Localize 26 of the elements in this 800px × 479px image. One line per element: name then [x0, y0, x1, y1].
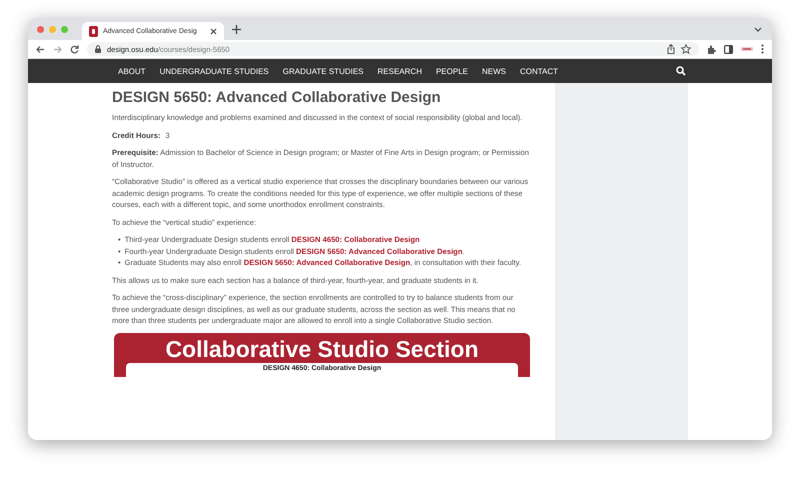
- new-tab-icon[interactable]: [232, 24, 241, 34]
- close-icon[interactable]: [210, 28, 217, 34]
- nav-link[interactable]: UNDERGRADUATE STUDIES: [160, 66, 269, 76]
- profile-icon[interactable]: [741, 46, 753, 52]
- maximize-dot-icon[interactable]: [61, 26, 68, 32]
- minimize-dot-icon[interactable]: [49, 26, 56, 32]
- menu-icon[interactable]: [761, 44, 764, 54]
- nav-link[interactable]: PEOPLE: [436, 66, 468, 76]
- nav-link[interactable]: GRADUATE STUDIES: [282, 66, 364, 76]
- favicon-icon: [89, 26, 98, 36]
- page-heading: DESIGN 5650: Advanced Collaborative Design: [112, 89, 442, 106]
- nav-link[interactable]: NEWS: [482, 66, 506, 76]
- lock-icon: [95, 45, 101, 53]
- share-icon[interactable]: [667, 44, 675, 54]
- nav-link[interactable]: RESEARCH: [378, 66, 422, 76]
- close-dot-icon[interactable]: [37, 26, 44, 32]
- search-icon[interactable]: [676, 66, 686, 76]
- nav-link[interactable]: ABOUT: [118, 66, 146, 76]
- sidebar-icon[interactable]: [724, 44, 733, 54]
- star-icon[interactable]: [681, 44, 691, 54]
- chevron-down-icon[interactable]: [754, 26, 762, 32]
- nav-link[interactable]: CONTACT: [520, 66, 558, 76]
- reload-icon[interactable]: [70, 44, 79, 54]
- graphic-title: Collaborative Studio Section: [164, 334, 480, 362]
- back-icon[interactable]: [36, 44, 45, 54]
- puzzle-icon[interactable]: [707, 44, 716, 54]
